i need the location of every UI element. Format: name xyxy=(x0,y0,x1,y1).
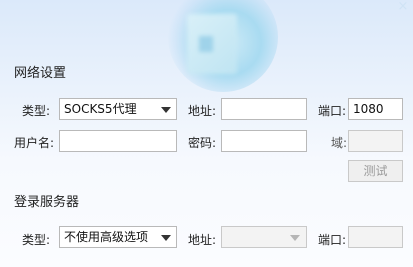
domain-input[interactable] xyxy=(348,130,403,152)
blurred-avatar-detail xyxy=(199,36,213,52)
chevron-down-icon xyxy=(290,235,300,241)
blurred-avatar xyxy=(187,14,237,74)
chevron-down-icon xyxy=(161,107,171,113)
password-label: 密码: xyxy=(188,136,217,150)
password-input[interactable] xyxy=(221,130,307,152)
server-address-select[interactable] xyxy=(221,226,307,248)
server-port-input[interactable] xyxy=(348,226,403,248)
username-label: 用户名: xyxy=(14,136,55,150)
network-settings-title: 网络设置 xyxy=(14,66,67,81)
proxy-type-select[interactable]: SOCKS5代理 xyxy=(59,98,177,120)
username-input[interactable] xyxy=(59,130,177,152)
proxy-address-input[interactable] xyxy=(221,98,307,120)
proxy-port-input[interactable] xyxy=(348,98,403,120)
test-button[interactable]: 测试 xyxy=(348,160,403,182)
proxy-type-label: 类型: xyxy=(22,104,51,118)
server-type-select[interactable]: 不使用高级选项 xyxy=(59,226,177,248)
login-server-title: 登录服务器 xyxy=(14,195,80,210)
chevron-down-icon xyxy=(161,235,171,241)
server-type-value: 不使用高级选项 xyxy=(64,230,149,244)
server-address-label: 地址: xyxy=(188,233,217,247)
proxy-port-label: 端口: xyxy=(318,104,347,118)
proxy-address-label: 地址: xyxy=(188,104,217,118)
server-type-label: 类型: xyxy=(22,233,51,247)
server-port-label: 端口: xyxy=(318,233,347,247)
domain-label: 域: xyxy=(331,136,348,150)
proxy-type-value: SOCKS5代理 xyxy=(64,102,137,116)
close-icon[interactable]: × xyxy=(394,0,412,14)
